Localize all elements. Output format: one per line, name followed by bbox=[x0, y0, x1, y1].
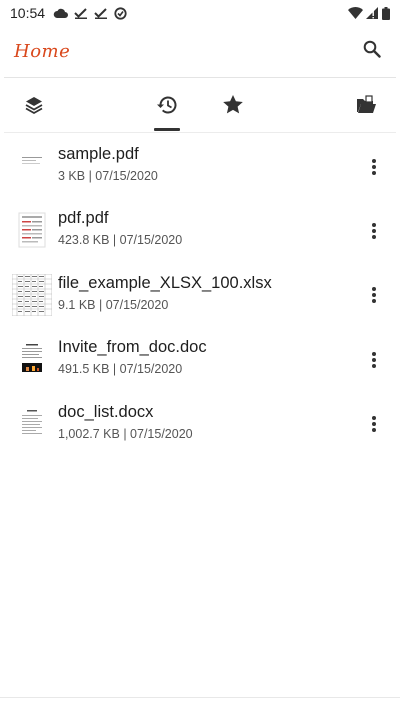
more-vert-icon bbox=[372, 158, 376, 180]
more-options-button[interactable] bbox=[362, 220, 386, 246]
more-options-button[interactable] bbox=[362, 414, 386, 440]
more-vert-icon bbox=[372, 351, 376, 373]
app-bar: Home bbox=[0, 26, 400, 76]
battery-icon bbox=[382, 6, 390, 20]
list-item[interactable]: Invite_from_doc.doc 491.5 KB | 07/15/202… bbox=[0, 329, 400, 393]
bottom-divider bbox=[0, 697, 400, 698]
file-name: Invite_from_doc.doc bbox=[58, 338, 207, 357]
file-name: doc_list.docx bbox=[58, 402, 154, 421]
more-options-button[interactable] bbox=[362, 156, 386, 182]
file-meta: 9.1 KB | 07/15/2020 bbox=[58, 297, 169, 312]
pdf-thumbnail bbox=[12, 144, 52, 188]
tab-favorites[interactable] bbox=[213, 84, 253, 130]
file-name: pdf.pdf bbox=[58, 209, 109, 228]
list-item[interactable]: doc_list.docx 1,002.7 KB | 07/15/2020 bbox=[0, 394, 400, 458]
document-thumbnail bbox=[12, 402, 52, 446]
status-system-icons bbox=[348, 6, 390, 20]
more-options-button[interactable] bbox=[362, 349, 386, 375]
list-item[interactable]: file_example_XLSX_100.xlsx 9.1 KB | 07/1… bbox=[0, 265, 400, 329]
layers-icon bbox=[24, 95, 44, 120]
more-vert-icon bbox=[372, 416, 376, 437]
more-options-button[interactable] bbox=[362, 285, 386, 311]
file-meta: 1,002.7 KB | 07/15/2020 bbox=[58, 426, 193, 441]
check-icon bbox=[74, 7, 88, 19]
list-item[interactable]: sample.pdf 3 KB | 07/15/2020 bbox=[0, 136, 400, 200]
more-vert-icon bbox=[372, 222, 376, 244]
tab-bar bbox=[0, 84, 400, 132]
file-meta: 3 KB | 07/15/2020 bbox=[58, 169, 158, 183]
bottom-nav-indicator bbox=[56, 704, 64, 710]
file-name: file_example_XLSX_100.xlsx bbox=[58, 273, 272, 292]
tab-layers[interactable] bbox=[14, 84, 54, 130]
folder-open-icon bbox=[355, 94, 377, 120]
cloud-icon bbox=[53, 8, 69, 19]
tab-recent[interactable] bbox=[147, 84, 187, 130]
status-notification-icons bbox=[53, 6, 127, 20]
check-icon bbox=[94, 7, 108, 19]
tab-bar-divider bbox=[4, 132, 396, 133]
history-icon bbox=[156, 95, 178, 120]
file-meta: 491.5 KB | 07/15/2020 bbox=[58, 362, 183, 377]
vpn-icon bbox=[114, 6, 127, 20]
search-icon bbox=[363, 40, 381, 63]
document-thumbnail bbox=[12, 337, 52, 381]
tab-selected-indicator bbox=[154, 128, 180, 131]
status-time: 10:54 bbox=[10, 5, 46, 21]
spreadsheet-thumbnail bbox=[12, 273, 52, 317]
pdf-thumbnail bbox=[12, 208, 52, 252]
file-name: sample.pdf bbox=[58, 145, 139, 163]
star-icon bbox=[223, 95, 243, 119]
more-vert-icon bbox=[372, 287, 376, 308]
app-bar-divider bbox=[4, 77, 396, 78]
page-title: Home bbox=[14, 40, 71, 62]
list-item[interactable]: pdf.pdf 423.8 KB | 07/15/2020 bbox=[0, 200, 400, 264]
tab-browse[interactable] bbox=[346, 84, 386, 130]
status-bar: 10:54 bbox=[0, 0, 400, 26]
wifi-icon bbox=[348, 7, 363, 19]
signal-icon bbox=[366, 7, 379, 19]
search-button[interactable] bbox=[358, 37, 386, 65]
file-meta: 423.8 KB | 07/15/2020 bbox=[58, 233, 183, 248]
recent-files-list: sample.pdf 3 KB | 07/15/2020 pdf.pdf 423… bbox=[0, 136, 400, 458]
